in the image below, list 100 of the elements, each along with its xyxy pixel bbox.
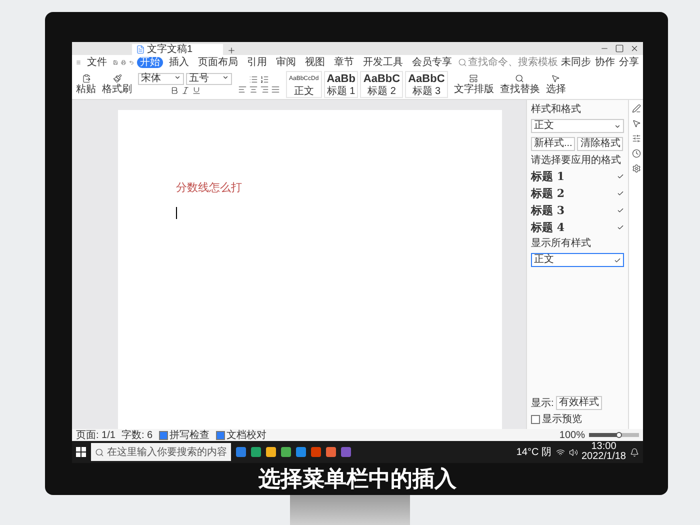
app-tile-icon[interactable] (296, 447, 306, 457)
notification-icon[interactable] (630, 448, 639, 456)
document-icon (136, 45, 145, 54)
tool-label[interactable]: 选择 (546, 84, 566, 94)
numbered-list-icon[interactable] (260, 74, 269, 84)
underline-icon[interactable] (192, 86, 200, 95)
align-center-icon[interactable] (249, 84, 258, 94)
align-left-icon[interactable] (238, 84, 247, 94)
pointer-icon[interactable] (632, 119, 640, 128)
account-action-link[interactable]: 协作 (595, 56, 615, 68)
app-tile-icon[interactable] (266, 447, 276, 457)
check-icon (617, 207, 624, 214)
wifi-icon[interactable] (556, 448, 564, 456)
checkbox[interactable] (158, 430, 168, 440)
document-tab[interactable]: 文字文稿1 (132, 44, 223, 55)
chevron-down-icon (174, 74, 181, 81)
maximize-icon[interactable] (615, 44, 624, 53)
font-select[interactable]: 宋体 (138, 73, 184, 85)
style-list-item[interactable]: 标题 4 (531, 221, 624, 234)
app-tile-icon[interactable] (251, 447, 261, 457)
menu-tab[interactable]: 开始 (137, 56, 163, 68)
app-tile-icon[interactable] (341, 447, 351, 457)
text-cursor (176, 207, 177, 219)
sliders-icon[interactable] (632, 134, 640, 143)
style-list-item[interactable]: 标题 1 (531, 170, 624, 183)
style-list-item[interactable]: 标题 3 (531, 204, 624, 217)
bullet-list-icon[interactable] (249, 74, 258, 84)
undo-icon[interactable] (129, 58, 134, 66)
app-tile-icon[interactable] (236, 447, 246, 457)
account-action-link[interactable]: 分享 (619, 56, 639, 68)
menu-tab[interactable]: 视图 (302, 56, 328, 68)
font-size-select[interactable]: 五号 (186, 73, 232, 85)
style-preset[interactable]: AaBb 标题 1 (324, 70, 358, 98)
show-select[interactable]: 有效样式 (556, 396, 602, 410)
app-tile-icon[interactable] (326, 447, 336, 457)
style-select[interactable]: 正文 (531, 119, 624, 133)
tool-label[interactable]: 文字排版 (454, 84, 494, 94)
panel-button[interactable]: 新样式... (531, 137, 576, 151)
menu-tab[interactable]: 审阅 (273, 56, 299, 68)
checkbox-label[interactable]: 文档校对 (226, 430, 267, 440)
panel-note: 显示所有样式 (531, 238, 592, 249)
checkbox-label[interactable]: 显示预览 (542, 414, 582, 425)
chevron-down-icon (222, 74, 229, 81)
menu-tab[interactable]: 章节 (331, 56, 357, 68)
command-search-field[interactable]: 查找命令、搜索模板 (458, 55, 558, 69)
speaker-icon[interactable] (568, 448, 578, 456)
page-count: 页面: 1/1 (76, 430, 116, 440)
video-subtitle: 选择菜单栏中的插入 (258, 465, 458, 493)
bold-icon[interactable] (170, 86, 178, 95)
taskbar-clock[interactable]: 13:00 2022/1/18 (582, 442, 626, 462)
close-icon[interactable] (630, 44, 639, 53)
applied-style-item[interactable]: 正文 (531, 253, 624, 267)
windows-logo-icon[interactable] (76, 447, 86, 457)
zoom-slider-thumb[interactable] (616, 432, 622, 438)
chevron-down-icon (614, 122, 621, 130)
brush-icon[interactable] (112, 74, 122, 82)
menu-tab[interactable]: 引用 (244, 56, 270, 68)
word-count: 字数: 6 (121, 430, 153, 440)
print-icon[interactable] (121, 58, 126, 66)
check-icon (617, 190, 624, 197)
justify-icon[interactable] (271, 84, 280, 94)
account-action-link[interactable]: 未同步 (561, 56, 591, 68)
style-preset[interactable]: AaBbC 标题 3 (405, 70, 448, 98)
taskbar-search-field[interactable]: 在这里输入你要搜索的内容 (91, 443, 231, 461)
menu-tab[interactable]: 页面布局 (195, 56, 241, 68)
format-painter-label[interactable]: 格式刷 (102, 84, 132, 94)
search-icon (95, 448, 104, 456)
check-icon (614, 256, 621, 264)
search-icon[interactable] (515, 74, 524, 82)
app-tile-icon[interactable] (281, 447, 291, 457)
paste-icon[interactable] (82, 74, 90, 82)
checkbox-label[interactable]: 拼写检查 (170, 430, 210, 440)
save-icon[interactable] (113, 58, 118, 66)
align-right-icon[interactable] (260, 84, 269, 94)
checkbox[interactable] (531, 415, 540, 424)
settings-icon[interactable] (632, 164, 640, 173)
zoom-value[interactable]: 100% (559, 430, 585, 440)
menu-tab[interactable]: 会员专享 (409, 56, 455, 68)
app-tile-icon[interactable] (311, 447, 321, 457)
check-icon (617, 173, 624, 180)
weather-text[interactable]: 14°C 阴 (516, 446, 552, 458)
panel-title: 样式和格式 (531, 104, 582, 115)
tool-label[interactable]: 查找替换 (500, 84, 540, 94)
checkbox[interactable] (216, 430, 225, 440)
paste-label[interactable]: 粘贴 (76, 84, 96, 94)
panel-prompt: 请选择要应用的格式 (531, 155, 622, 166)
panel-button[interactable]: 清除格式 (577, 137, 624, 151)
style-preset[interactable]: AaBbC 标题 2 (360, 70, 404, 98)
pointer-icon[interactable] (551, 74, 560, 82)
menu-tab[interactable]: 开发工具 (360, 56, 406, 68)
clock-icon[interactable] (632, 149, 640, 158)
search-icon (458, 58, 467, 66)
zoom-slider[interactable] (589, 433, 639, 437)
style-list-item[interactable]: 标题 2 (531, 187, 624, 200)
pen-icon[interactable] (632, 104, 640, 113)
menu-tab[interactable]: 插入 (166, 56, 192, 68)
italic-icon[interactable] (180, 86, 190, 95)
menu-tab[interactable]: 文件 (84, 56, 110, 68)
layout-icon[interactable] (469, 74, 478, 82)
new-tab-icon[interactable] (226, 46, 236, 55)
